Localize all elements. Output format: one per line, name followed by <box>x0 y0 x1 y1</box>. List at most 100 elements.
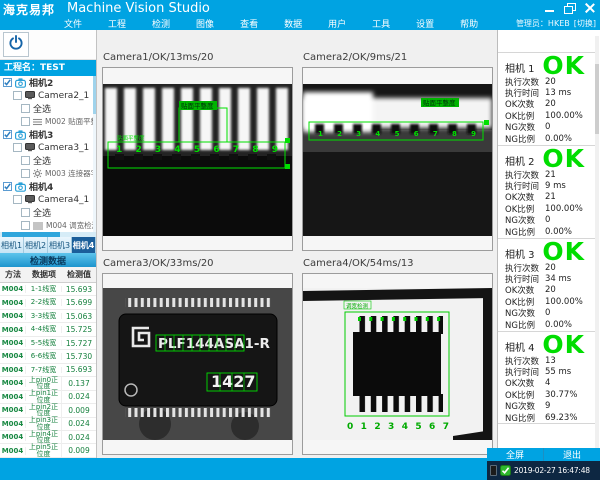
checkbox-unchecked[interactable] <box>21 208 30 217</box>
camera1-view[interactable]: 1 2 3 4 5 6 7 8 9 贴面平整度 贴面平整度 <box>102 67 293 251</box>
table-cell: 15.727 <box>62 339 96 348</box>
table-cell: 上pin1正位度 <box>26 390 62 403</box>
checkbox-unchecked[interactable] <box>13 143 22 152</box>
camera-stat-section-3: 相机 3OK执行次数20执行时间34 msOK次数20OK比例100.00%NG… <box>498 238 595 331</box>
tree-item[interactable]: 全选 <box>0 102 96 115</box>
close-icon[interactable] <box>582 2 597 14</box>
table-row[interactable]: M0046-6线宽15.730 <box>0 350 96 363</box>
menu-item-7[interactable]: 用户 <box>328 17 346 30</box>
table-row[interactable]: M0043-3线宽15.063 <box>0 310 96 323</box>
camera-icon <box>15 78 26 88</box>
gear-icon <box>33 169 42 178</box>
menu-item-3[interactable]: 检测 <box>152 17 170 30</box>
checkbox-unchecked[interactable] <box>21 104 30 113</box>
tree-item[interactable]: 相机3 <box>0 128 96 141</box>
tree-item[interactable]: Camera3_1 <box>0 141 96 154</box>
tree-item[interactable]: 全选 <box>0 154 96 167</box>
checkbox-checked[interactable] <box>3 130 12 139</box>
window-controls <box>537 2 597 14</box>
menu-item-8[interactable]: 工具 <box>372 17 390 30</box>
stat-label: NG次数 <box>498 400 545 412</box>
camera4-view[interactable]: 调宽检测 0 1 2 3 4 5 6 7 <box>302 273 493 455</box>
table-row[interactable]: M0045-5线宽15.727 <box>0 337 96 350</box>
checkbox-unchecked[interactable] <box>21 117 30 126</box>
camera2-image: 1 2 3 4 5 6 7 8 9 贴面平整度 <box>303 84 492 236</box>
status-badge: OK <box>542 144 585 173</box>
stat-row: NG次数9 <box>498 401 595 412</box>
monitor-icon <box>25 195 35 204</box>
tree-item[interactable]: 相机4 <box>0 180 96 193</box>
tree-item[interactable]: Camera4_1 <box>0 193 96 206</box>
tree-item[interactable]: 全选 <box>0 206 96 219</box>
exit-button[interactable]: 退出 <box>543 448 600 461</box>
camera2-view[interactable]: 1 2 3 4 5 6 7 8 9 贴面平整度 <box>302 67 493 251</box>
table-row[interactable]: M004上pin3正位度0.024 <box>0 418 96 431</box>
checkbox-checked[interactable] <box>3 78 12 87</box>
tree-item-label: 全选 <box>33 102 51 115</box>
table-row[interactable]: M0041-1线宽15.693 <box>0 283 96 296</box>
table-row[interactable]: M0042-2线宽15.699 <box>0 296 96 309</box>
table-cell: M004 <box>0 352 26 360</box>
menu-item-6[interactable]: 数据 <box>284 17 302 30</box>
tab-camera-2[interactable]: 相机2 <box>24 237 48 253</box>
stat-label: 执行次数 <box>498 355 545 367</box>
tree-vertical-scrollbar[interactable] <box>93 76 96 232</box>
stat-row: 执行时间13 ms <box>498 87 595 98</box>
camera3-view[interactable]: PLF144ASA1-R 1427 <box>102 273 293 455</box>
tab-camera-1[interactable]: 相机1 <box>0 237 24 253</box>
tab-camera-4[interactable]: 相机4 <box>72 237 96 253</box>
tree-item[interactable]: M004 调宽检测 <box>0 219 96 232</box>
checkbox-checked[interactable] <box>3 182 12 191</box>
stat-row: 执行时间34 ms <box>498 273 595 284</box>
fullscreen-button[interactable]: 全屏 <box>487 448 543 461</box>
tree-item-label: M004 调宽检测 <box>46 220 96 231</box>
menu-item-9[interactable]: 设置 <box>416 17 434 30</box>
power-button[interactable] <box>3 32 29 57</box>
table-cell: 15.693 <box>62 365 96 374</box>
camera-stat-section-2: 相机 2OK执行次数21执行时间9 msOK次数21OK比例100.00%NG次… <box>498 145 595 238</box>
col-method: 方法 <box>0 269 26 280</box>
table-row[interactable]: M0044-4线宽15.725 <box>0 323 96 336</box>
menu-item-1[interactable]: 文件 <box>64 17 82 30</box>
tree-item[interactable]: Camera2_1 <box>0 89 96 102</box>
stat-label: OK次数 <box>498 98 545 110</box>
stat-label: NG次数 <box>498 307 545 319</box>
menu-item-10[interactable]: 帮助 <box>460 17 478 30</box>
minimize-icon[interactable] <box>542 2 557 14</box>
checkbox-unchecked[interactable] <box>13 195 22 204</box>
menu-item-5[interactable]: 查看 <box>240 17 258 30</box>
checkbox-unchecked[interactable] <box>13 91 22 100</box>
stat-label: 执行次数 <box>498 169 545 181</box>
tree-item-label: 相机2 <box>29 76 53 89</box>
tree-item-label: Camera2_1 <box>38 91 89 101</box>
camera-name: 相机 1 <box>505 60 535 75</box>
stat-label: OK次数 <box>498 377 545 389</box>
table-cell: 6-6线宽 <box>26 353 62 360</box>
stat-label: OK比例 <box>498 389 545 401</box>
menu-item-4[interactable]: 图像 <box>196 17 214 30</box>
detection-table-body: M0041-1线宽15.693M0042-2线宽15.699M0043-3线宽1… <box>0 283 96 458</box>
checkbox-unchecked[interactable] <box>21 169 30 178</box>
table-cell: 0.137 <box>62 379 96 388</box>
menu-item-2[interactable]: 工程 <box>108 17 126 30</box>
lines-icon <box>33 118 42 126</box>
detection-table-header: 方法 数据项 检测值 <box>0 267 96 283</box>
table-cell: M004 <box>0 299 26 307</box>
sheet-edge-right <box>483 294 492 434</box>
stats-scrollbar[interactable] <box>595 36 599 452</box>
restore-icon[interactable] <box>562 2 577 14</box>
tree-item-label: M003 连接器字符 <box>45 168 96 179</box>
table-row[interactable]: M004上pin5正位度0.009 <box>0 444 96 457</box>
camera-name: 相机 2 <box>505 153 535 168</box>
checkbox-unchecked[interactable] <box>21 156 30 165</box>
switch-user-link[interactable]: [切换] <box>574 18 596 29</box>
stat-head: 相机 3OK <box>498 239 595 262</box>
tree-item[interactable]: M002 贴面平整度 <box>0 115 96 128</box>
tree-item[interactable]: 相机2 <box>0 76 96 89</box>
table-cell: 上pin4正位度 <box>26 431 62 444</box>
checkbox-unchecked[interactable] <box>21 221 30 230</box>
monitor-icon <box>25 91 35 100</box>
tab-camera-3[interactable]: 相机3 <box>48 237 72 253</box>
tree-item[interactable]: M003 连接器字符 <box>0 167 96 180</box>
stat-value: 20 <box>545 285 556 295</box>
